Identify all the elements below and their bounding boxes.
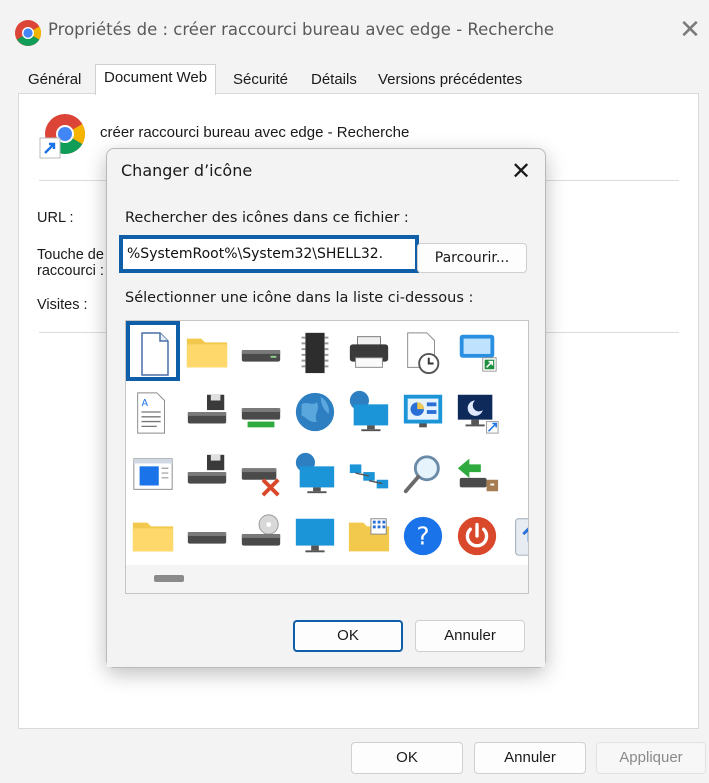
memory-chip-icon[interactable] xyxy=(288,325,342,385)
monitor-icon[interactable] xyxy=(288,509,342,569)
globe-icon[interactable] xyxy=(288,385,342,445)
drive-alt-icon[interactable] xyxy=(180,509,234,569)
search-file-label: Rechercher des icônes dans ce fichier : xyxy=(125,210,409,226)
shortcut-key-label-line1: Touche de xyxy=(37,247,104,263)
blank-document-icon[interactable] xyxy=(126,321,180,381)
url-label: URL : xyxy=(37,210,74,226)
magnifier-icon[interactable] xyxy=(396,447,450,507)
horizontal-scrollbar[interactable] xyxy=(126,565,528,593)
file-path-input[interactable] xyxy=(127,241,413,267)
change-icon-dialog: Changer d’icône ✕ Rechercher des icônes … xyxy=(106,148,546,668)
tab-previous-versions[interactable]: Versions précédentes xyxy=(378,68,522,94)
visits-label: Visites : xyxy=(37,297,88,313)
folder-alt-icon[interactable] xyxy=(126,509,180,569)
document-name: créer raccourci bureau avec edge - Reche… xyxy=(100,124,410,141)
drive-icon[interactable] xyxy=(234,325,288,385)
title-bar: Propriétés de : créer raccourci bureau a… xyxy=(0,0,709,58)
network-monitor-icon[interactable] xyxy=(342,385,396,445)
window-shortcut-icon[interactable] xyxy=(450,325,504,385)
printer-icon[interactable] xyxy=(342,325,396,385)
tab-security[interactable]: Sécurité xyxy=(233,68,288,94)
floppy-drive-icon[interactable] xyxy=(180,385,234,445)
network-icon[interactable] xyxy=(342,447,396,507)
close-icon[interactable]: ✕ xyxy=(676,16,704,44)
recycle-bin-icon[interactable] xyxy=(504,509,528,569)
tab-general[interactable]: Général xyxy=(28,68,81,94)
dialog-cancel-button[interactable]: Annuler xyxy=(415,620,525,652)
dialog-ok-button[interactable]: OK xyxy=(293,620,403,652)
chrome-shortcut-icon xyxy=(39,114,85,159)
transfer-drive-icon[interactable] xyxy=(450,447,504,507)
icon-list[interactable]: A ? xyxy=(125,320,529,594)
text-document-icon[interactable]: A xyxy=(126,385,180,445)
cd-drive-icon[interactable] xyxy=(234,509,288,569)
green-drive-icon[interactable] xyxy=(234,385,288,445)
chrome-icon xyxy=(15,20,42,46)
sleep-monitor-icon[interactable] xyxy=(450,385,504,445)
dialog-title: Changer d’icône xyxy=(121,161,253,180)
file-path-field[interactable] xyxy=(119,235,419,273)
cancel-button[interactable]: Annuler xyxy=(474,742,586,774)
application-window-icon[interactable] xyxy=(126,447,180,507)
tab-strip: Général Document Web Sécurité Détails Ve… xyxy=(0,64,709,95)
shortcut-key-label-line2: raccourci : xyxy=(37,263,104,279)
close-icon[interactable]: ✕ xyxy=(507,157,535,185)
ok-button[interactable]: OK xyxy=(351,742,463,774)
svg-text:?: ? xyxy=(416,522,429,551)
power-icon[interactable] xyxy=(450,509,504,569)
apply-button[interactable]: Appliquer xyxy=(596,742,706,774)
control-panel-icon[interactable] xyxy=(396,385,450,445)
help-icon[interactable]: ? xyxy=(396,509,450,569)
svg-text:A: A xyxy=(142,398,149,409)
tab-web-document[interactable]: Document Web xyxy=(95,64,217,95)
disconnected-drive-icon[interactable] xyxy=(234,447,288,507)
folder-grid-icon[interactable] xyxy=(342,509,396,569)
floppy-drive-alt-icon[interactable] xyxy=(180,447,234,507)
folder-icon[interactable] xyxy=(180,325,234,385)
browse-button[interactable]: Parcourir... xyxy=(417,243,527,273)
globe-monitor-icon[interactable] xyxy=(288,447,342,507)
clock-document-icon[interactable] xyxy=(396,325,450,385)
scrollbar-thumb[interactable] xyxy=(154,575,184,582)
tab-details[interactable]: Détails xyxy=(311,68,357,94)
dialog-body: Rechercher des icônes dans ce fichier : … xyxy=(107,195,545,667)
icon-list-label: Sélectionner une icône dans la liste ci-… xyxy=(125,290,474,306)
window-title: Propriétés de : créer raccourci bureau a… xyxy=(48,20,555,39)
